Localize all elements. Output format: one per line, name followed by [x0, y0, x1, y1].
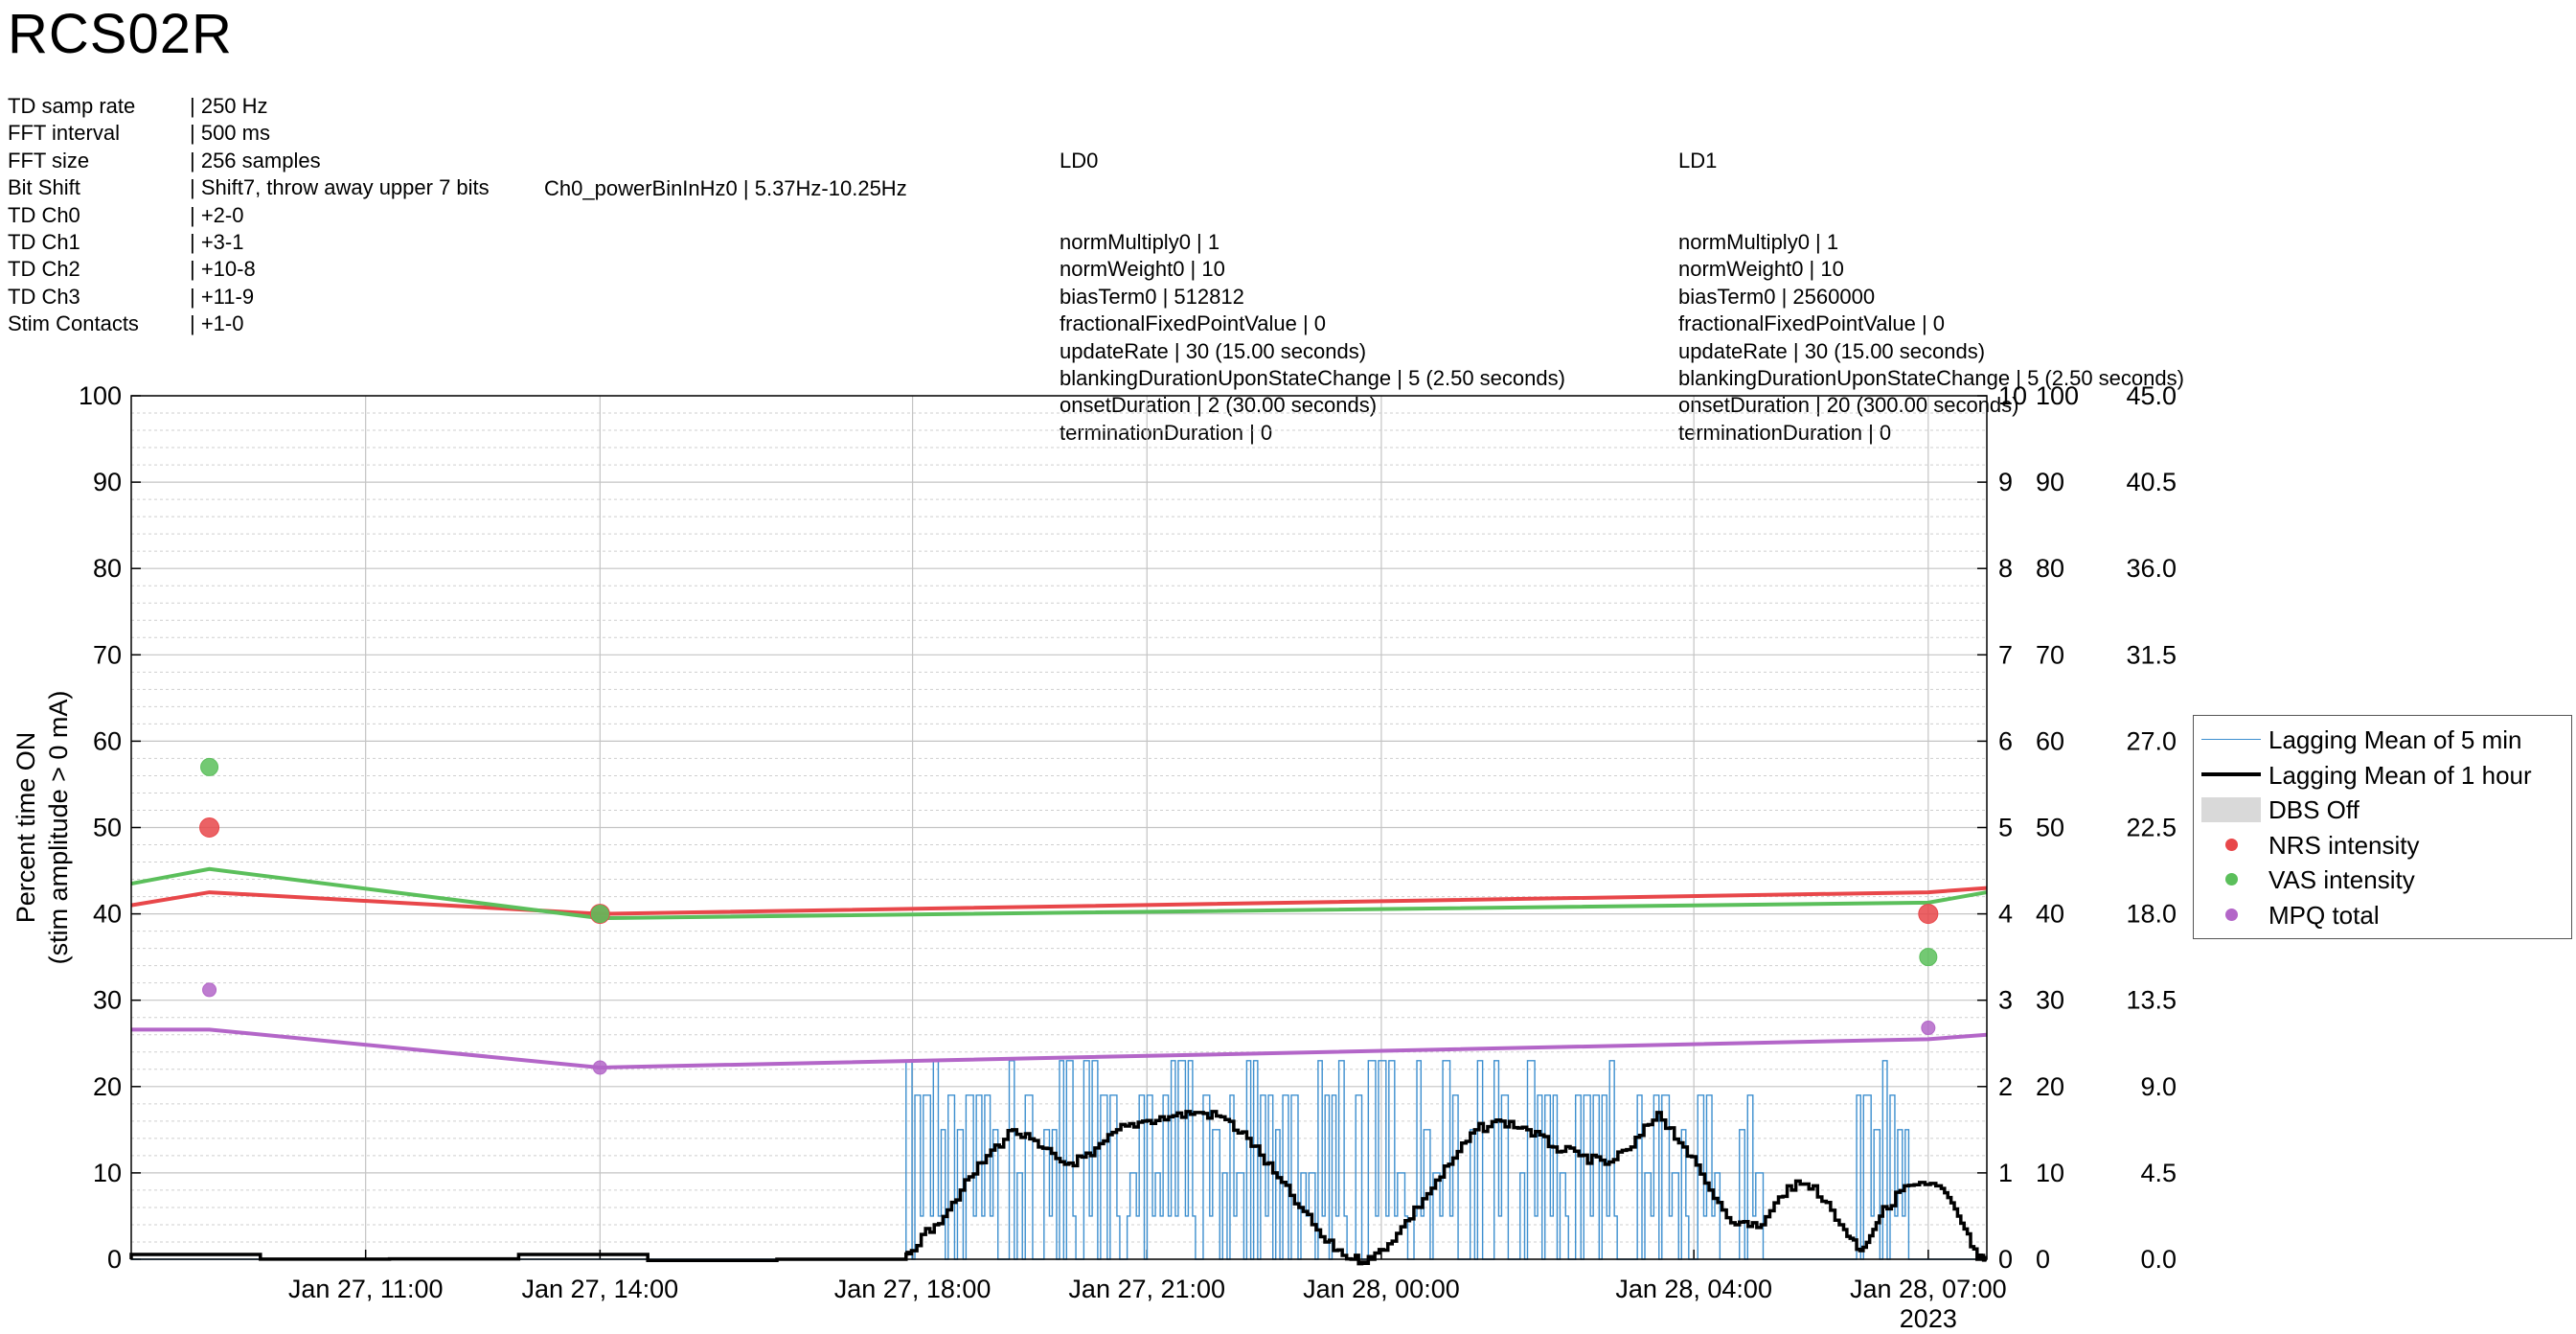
y-tick-label: 60 [93, 726, 122, 755]
right-axis-tick-label: 2 [1998, 1072, 2013, 1101]
right-axis-tick-label: 9 [1998, 468, 2013, 496]
y-tick-label: 90 [93, 468, 122, 496]
data-point-mpq-total [202, 982, 217, 998]
right-axis-tick-label: 7 [1998, 640, 2013, 669]
right-axis-tick-label: 6 [1998, 726, 2013, 755]
right-axis-tick-label: 40.5 [2126, 468, 2177, 496]
right-axis-tick-label: 3 [1998, 986, 2013, 1015]
chart-legend: Lagging Mean of 5 min Lagging Mean of 1 h… [2193, 715, 2572, 939]
right-axis-tick-label: 50 [2036, 814, 2064, 842]
right-axis-tick-label: 45.0 [2126, 381, 2177, 410]
x-tick-label: Jan 28, 07:00 [1850, 1275, 2007, 1303]
right-axis-tick-label: 5 [1998, 814, 2013, 842]
data-point-vas-intensity [200, 757, 219, 776]
y-tick-label: 20 [93, 1072, 122, 1101]
right-axis-tick-label: 20 [2036, 1072, 2064, 1101]
right-axis-tick-label: 4 [1998, 900, 2013, 929]
right-axis-tick-label: 60 [2036, 726, 2064, 755]
legend-label: DBS Off [2268, 795, 2359, 824]
right-axis-tick-label: 1 [1998, 1159, 2013, 1187]
right-axis-tick-label: 13.5 [2126, 986, 2177, 1015]
right-axis-tick-label: 10 [2036, 1159, 2064, 1187]
legend-label: NRS intensity [2268, 830, 2420, 860]
right-axis-tick-label: 40 [2036, 900, 2064, 929]
right-axis-tick-label: 0.0 [2140, 1245, 2177, 1274]
right-axis-tick-label: 90 [2036, 468, 2064, 496]
legend-patch-swatch [2201, 797, 2261, 822]
right-axis-tick-label: 0 [2036, 1245, 2050, 1274]
data-point-nrs-intensity [1918, 904, 1939, 925]
x-tick-label: Jan 27, 21:00 [1068, 1275, 1225, 1303]
trend-line-vas-intensity [130, 866, 1988, 921]
x-tick-label: Jan 27, 14:00 [522, 1275, 679, 1303]
right-axis-tick-label: 31.5 [2126, 640, 2177, 669]
stim-percent-chart: Jan 27, 11:00 Jan 27, 14:00 Jan 27, 18:00 J… [11, 381, 2177, 1333]
legend-dot-swatch [2225, 908, 2238, 921]
x-tick-label: Jan 27, 18:00 [834, 1275, 992, 1303]
legend-item: VAS intensity [2194, 862, 2571, 896]
y-tick-label: 50 [93, 814, 122, 842]
right-axis-tick-label: 36.0 [2126, 554, 2177, 583]
legend-label: MPQ total [2268, 900, 2380, 930]
legend-item: MPQ total [2194, 897, 2571, 932]
y-tick-label: 80 [93, 554, 122, 583]
right-axis-tick-label: 10 [1998, 381, 2027, 410]
legend-dot-swatch [2225, 838, 2238, 851]
y-tick-label: 100 [79, 381, 122, 410]
y-tick-label: 0 [107, 1245, 122, 1274]
data-point-nrs-intensity [199, 817, 220, 838]
legend-label: Lagging Mean of 1 hour [2268, 760, 2532, 790]
y-tick-label: 10 [93, 1159, 122, 1187]
right-axis-tick-label: 18.0 [2126, 900, 2177, 929]
legend-item: Lagging Mean of 5 min [2194, 722, 2571, 756]
legend-label: Lagging Mean of 5 min [2268, 725, 2522, 754]
right-axis-tick-label: 4.5 [2140, 1159, 2177, 1187]
right-axis-tick-label: 0 [1998, 1245, 2013, 1274]
legend-item: DBS Off [2194, 792, 2571, 826]
y-axis-label: (stim amplitude > 0 mA) [44, 691, 73, 965]
data-point-mpq-total [1921, 1021, 1936, 1036]
data-point-vas-intensity [590, 905, 609, 924]
right-axis-tick-label: 9.0 [2140, 1072, 2177, 1101]
right-axis-tick-label: 100 [2036, 381, 2079, 410]
x-tick-label: Jan 27, 11:00 [288, 1275, 444, 1303]
y-tick-label: 30 [93, 986, 122, 1015]
right-axis-tick-label: 22.5 [2126, 814, 2177, 842]
legend-line-swatch [2201, 739, 2261, 740]
y-tick-label: 70 [93, 640, 122, 669]
data-point-vas-intensity [1919, 948, 1938, 967]
legend-item: NRS intensity [2194, 827, 2571, 862]
right-axis-tick-label: 80 [2036, 554, 2064, 583]
data-point-mpq-total [592, 1060, 607, 1075]
right-axis-tick-label: 8 [1998, 554, 2013, 583]
y-tick-label: 40 [93, 900, 122, 929]
legend-item: Lagging Mean of 1 hour [2194, 757, 2571, 792]
trend-line-nrs-intensity [130, 886, 1988, 916]
right-axis-tick-label: 70 [2036, 640, 2064, 669]
x-year-label: 2023 [1900, 1304, 1957, 1333]
legend-label: VAS intensity [2268, 865, 2415, 894]
x-tick-label: Jan 28, 00:00 [1303, 1275, 1460, 1303]
right-axis-tick-label: 30 [2036, 986, 2064, 1015]
right-axis-tick-label: 27.0 [2126, 726, 2177, 755]
y-axis-label: Percent time ON [11, 732, 40, 924]
legend-line-swatch [2201, 771, 2261, 776]
x-tick-label: Jan 28, 04:00 [1615, 1275, 1772, 1303]
legend-dot-swatch [2225, 873, 2238, 886]
